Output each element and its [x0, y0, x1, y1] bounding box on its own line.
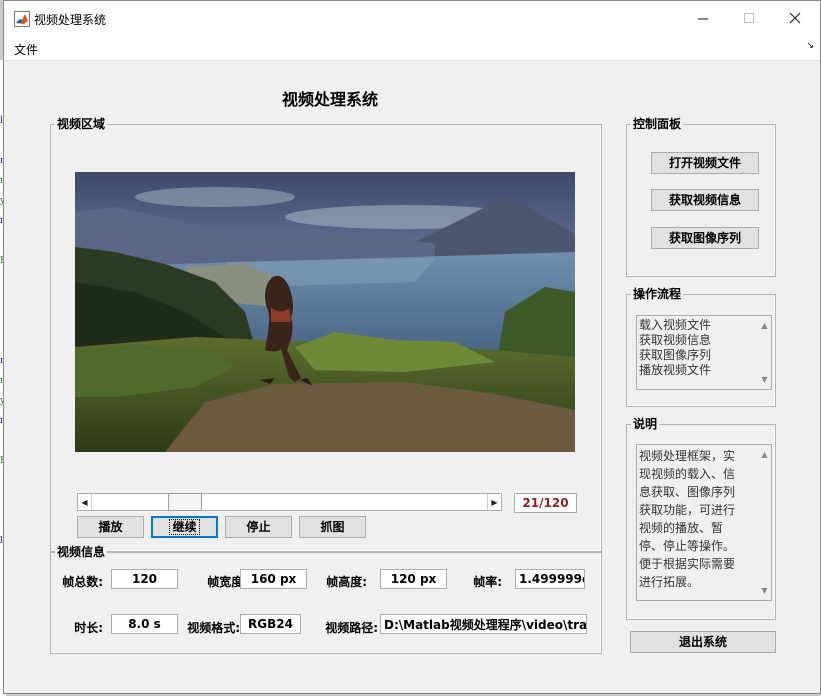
video-info-title: 视频信息	[55, 544, 108, 560]
list-item[interactable]: 播放视频文件	[639, 363, 757, 378]
video-area-title: 视频区域	[55, 116, 108, 132]
grab-frame-button[interactable]: 抓图	[299, 516, 366, 538]
get-video-info-button[interactable]: 获取视频信息	[651, 189, 759, 211]
video-format-field[interactable]: RGB24	[240, 614, 301, 634]
flow-list-scrollbar[interactable]: ▲ ▼	[758, 316, 771, 389]
frame-width-label: 帧宽度:	[207, 575, 248, 589]
description-line: 进行拓展。	[639, 575, 700, 589]
grab-frame-button-label: 抓图	[320, 520, 345, 534]
matlab-icon	[14, 11, 30, 27]
frame-slider[interactable]: ◀ ▶	[77, 493, 502, 511]
title-bar[interactable]: 视频处理系统	[4, 1, 820, 37]
description-line: 视频的播放、暂	[639, 521, 724, 535]
maximize-icon	[743, 12, 754, 23]
stop-button-label: 停止	[246, 520, 271, 534]
list-item[interactable]: 获取图像序列	[639, 348, 757, 363]
continue-button[interactable]: 继续	[151, 516, 218, 538]
description-line: 息获取、图像序列	[639, 485, 736, 499]
exit-system-button[interactable]: 退出系统	[630, 631, 776, 653]
frame-rate-field[interactable]: 1.499999e+	[515, 569, 585, 589]
menu-file[interactable]: 文件	[12, 40, 40, 59]
scroll-up-icon[interactable]: ▲	[758, 447, 771, 462]
description-text-box[interactable]: 视频处理框架，实 现视频的载入、信 息获取、图像序列 获取功能，可进行 视频的播…	[636, 444, 772, 601]
description-line: 便于根据实际需要	[639, 557, 736, 571]
play-button[interactable]: 播放	[77, 516, 144, 538]
page-title: 视频处理系统	[281, 90, 378, 109]
get-video-info-label: 获取视频信息	[668, 193, 741, 207]
operation-flow-list[interactable]: 载入视频文件 获取视频信息 获取图像序列 播放视频文件 ▲ ▼	[636, 315, 772, 390]
slider-right-arrow-icon[interactable]: ▶	[487, 494, 501, 510]
close-button[interactable]	[772, 1, 818, 35]
video-path-field[interactable]: D:\Matlab视频处理程序\video\traffic.	[380, 614, 587, 634]
description-line: 获取功能，可进行	[639, 503, 736, 517]
window-title: 视频处理系统	[34, 13, 107, 27]
open-video-file-label: 打开视频文件	[668, 156, 741, 170]
frame-width-field[interactable]: 160 px	[240, 569, 307, 589]
operation-flow-title: 操作流程	[631, 286, 684, 302]
continue-button-label: 继续	[169, 519, 200, 535]
stop-button[interactable]: 停止	[225, 516, 292, 538]
description-scrollbar[interactable]: ▲ ▼	[758, 445, 771, 600]
control-panel-title: 控制面板	[631, 116, 684, 132]
video-frame-image	[75, 172, 575, 452]
frame-rate-label: 帧率:	[473, 575, 502, 589]
exit-system-label: 退出系统	[678, 635, 727, 649]
get-image-sequence-label: 获取图像序列	[668, 231, 741, 245]
frame-height-label: 帧高度:	[326, 575, 367, 589]
video-format-label: 视频格式:	[187, 621, 240, 635]
open-video-file-button[interactable]: 打开视频文件	[651, 152, 759, 174]
scroll-down-icon[interactable]: ▼	[758, 583, 771, 598]
duration-label: 时长:	[74, 621, 103, 635]
duration-field[interactable]: 8.0 s	[111, 614, 178, 634]
play-button-label: 播放	[98, 520, 123, 534]
scroll-up-icon[interactable]: ▲	[758, 318, 771, 333]
list-item[interactable]: 载入视频文件	[639, 318, 757, 333]
video-info-panel: 视频信息	[50, 544, 602, 654]
maximize-button[interactable]	[726, 1, 772, 35]
slider-left-arrow-icon[interactable]: ◀	[78, 494, 92, 510]
list-item[interactable]: 获取视频信息	[639, 333, 757, 348]
video-path-label: 视频路径:	[325, 621, 378, 635]
description-line: 视频处理框架，实	[639, 449, 736, 463]
video-frame	[75, 172, 575, 452]
frame-counter: 21/120	[514, 493, 577, 513]
frame-height-field[interactable]: 120 px	[380, 569, 447, 589]
frame-count-label: 帧总数:	[62, 575, 103, 589]
toolbar-toggle-icon[interactable]: ↘	[806, 41, 814, 51]
get-image-sequence-button[interactable]: 获取图像序列	[651, 227, 759, 249]
frame-count-field[interactable]: 120	[111, 569, 178, 589]
menu-bar: 文件 ↘	[4, 37, 820, 61]
description-title: 说明	[631, 416, 660, 432]
description-line: 停、停止等操作。	[639, 539, 736, 553]
minimize-button[interactable]	[680, 1, 726, 35]
description-line: 现视频的载入、信	[639, 467, 736, 481]
slider-thumb[interactable]	[167, 493, 202, 511]
close-icon	[789, 12, 801, 24]
scroll-down-icon[interactable]: ▼	[758, 372, 771, 387]
minimize-icon	[697, 18, 708, 19]
